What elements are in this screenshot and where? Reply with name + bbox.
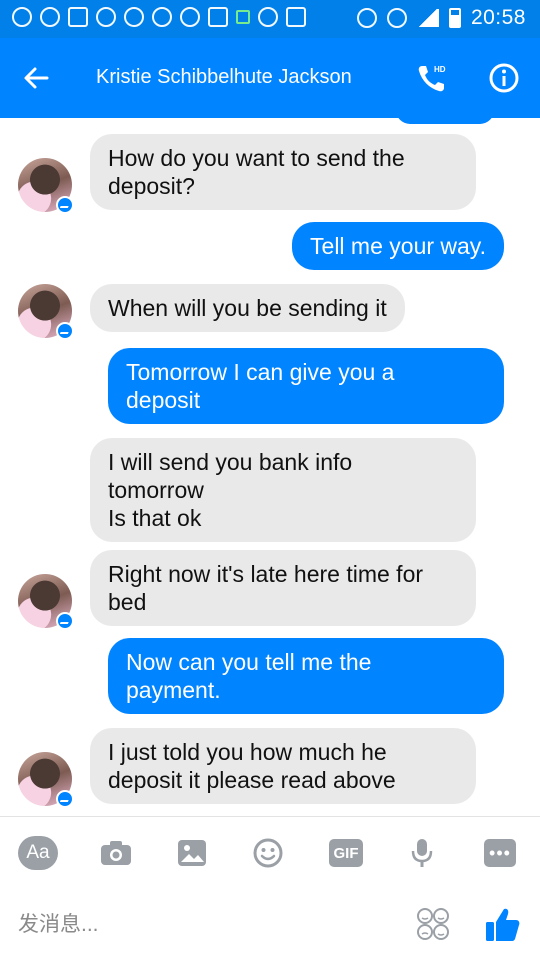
message-bubble-outgoing-cut[interactable]	[396, 118, 494, 124]
key-icon	[258, 7, 278, 27]
message-bubble-incoming[interactable]: I will send you bank info tomorrow Is th…	[90, 438, 476, 542]
weibo-icon	[152, 7, 172, 27]
info-button[interactable]	[486, 60, 522, 96]
sticker-icon	[417, 908, 449, 940]
weibo-icon	[12, 7, 32, 27]
hd-badge: HD	[434, 65, 446, 74]
more-button[interactable]: •••	[480, 835, 520, 871]
messenger-badge-icon	[56, 322, 74, 340]
phone-hd-icon: HD	[418, 65, 446, 92]
status-bar: 20:58	[0, 0, 540, 38]
message-bubble-incoming[interactable]: I just told you how much he deposit it p…	[90, 728, 476, 804]
sticker-button[interactable]	[414, 905, 452, 943]
contact-avatar[interactable]	[18, 752, 74, 808]
message-bubble-outgoing[interactable]: Tomorrow I can give you a deposit	[108, 348, 504, 424]
status-system-icons: 20:58	[356, 6, 526, 30]
contact-name[interactable]: Kristie Schibbelhute Jackson	[96, 66, 352, 89]
image-icon	[178, 840, 206, 866]
camera-icon	[101, 841, 131, 865]
message-bubble-outgoing[interactable]: Now can you tell me the payment.	[108, 638, 504, 714]
gif-icon: GIF	[329, 839, 363, 867]
message-bubble-outgoing[interactable]: Tell me your way.	[292, 222, 504, 270]
more-icon: •••	[484, 839, 516, 867]
arrow-left-icon	[24, 67, 49, 89]
emoji-icon	[253, 838, 283, 868]
back-button[interactable]	[18, 60, 54, 96]
message-bubble-incoming[interactable]: Right now it's late here time for bed	[90, 550, 476, 626]
status-notification-icons	[12, 7, 306, 27]
weibo-icon	[124, 7, 144, 27]
text-format-icon: Aa	[18, 836, 58, 870]
thumbs-up-icon	[486, 908, 520, 941]
microphone-icon	[411, 839, 433, 867]
message-input[interactable]	[18, 905, 388, 945]
battery-icon	[448, 8, 461, 28]
composer: Aa GIF ••• 发消息...	[0, 816, 540, 960]
weibo-icon	[180, 7, 200, 27]
like-button[interactable]	[482, 905, 522, 945]
messenger-badge-icon	[56, 196, 74, 214]
contact-avatar[interactable]	[18, 284, 74, 340]
image-icon	[208, 7, 228, 27]
voice-button[interactable]	[402, 835, 442, 871]
gif-button[interactable]: GIF	[326, 835, 366, 871]
camera-button[interactable]	[96, 835, 136, 871]
messenger-badge-icon	[56, 790, 74, 808]
calendar-icon	[68, 7, 88, 27]
mail-icon	[40, 7, 60, 27]
contact-avatar[interactable]	[18, 158, 74, 214]
info-icon	[489, 63, 519, 93]
text-format-button[interactable]: Aa	[18, 835, 58, 871]
message-bubble-incoming[interactable]: When will you be sending it	[90, 284, 405, 332]
message-thread[interactable]: How do you want to send the deposit? Tel…	[0, 118, 540, 816]
alarm-icon	[356, 8, 377, 28]
status-time: 20:58	[470, 6, 526, 29]
search-icon	[96, 7, 116, 27]
emoji-button[interactable]	[248, 835, 288, 871]
gallery-button[interactable]	[172, 835, 212, 871]
wifi-icon	[386, 8, 407, 28]
phone-icon	[286, 7, 306, 27]
messenger-badge-icon	[56, 612, 74, 630]
contact-avatar[interactable]	[18, 574, 74, 630]
conversation-header: Kristie Schibbelhute Jackson HD	[0, 38, 540, 118]
hd-call-button[interactable]: HD	[414, 60, 450, 96]
signal-icon	[416, 9, 439, 27]
message-bubble-incoming[interactable]: How do you want to send the deposit?	[90, 134, 476, 210]
battery-small-icon	[236, 10, 250, 24]
composer-toolbar: Aa GIF •••	[0, 817, 540, 889]
